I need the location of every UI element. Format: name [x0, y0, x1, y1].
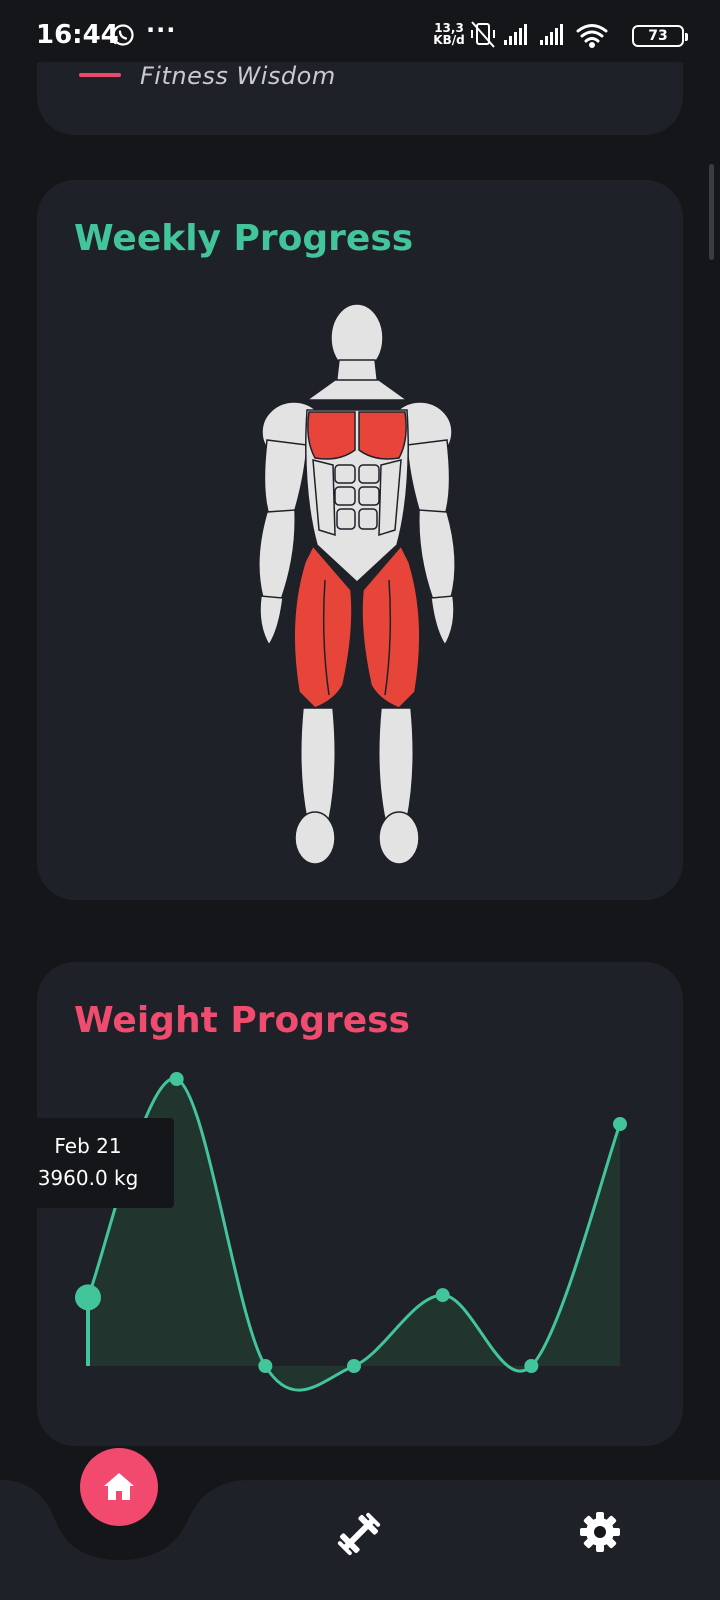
chart-point-5[interactable]	[524, 1359, 539, 1373]
chart-point-3[interactable]	[347, 1359, 361, 1373]
network-speed-unit: KB/d	[433, 33, 465, 47]
gear-icon[interactable]	[578, 1510, 622, 1554]
dumbbell-icon[interactable]	[335, 1510, 383, 1558]
tooltip-value: 3960.0 kg	[37, 1166, 139, 1190]
signal-icon-1	[504, 24, 527, 45]
chart-point-6[interactable]	[613, 1117, 627, 1132]
battery-icon: 73	[632, 25, 688, 47]
weight-chart[interactable]	[0, 62, 720, 1600]
status-icons	[471, 21, 608, 48]
more-notifications-icon: ···	[146, 16, 177, 44]
bottom-navigation	[0, 1448, 720, 1600]
chart-point-4[interactable]	[435, 1288, 450, 1303]
scrollbar[interactable]	[709, 164, 714, 260]
home-icon	[104, 1473, 134, 1500]
tooltip-date: Feb 21	[54, 1134, 122, 1158]
signal-icon-2	[540, 24, 563, 45]
chart-point-0[interactable]	[75, 1284, 101, 1311]
vibrate-off-icon	[471, 21, 495, 48]
home-screen: Fitness Wisdom Weekly Progress Weight Pr…	[0, 62, 720, 1600]
wifi-icon	[576, 24, 608, 48]
chart-point-1[interactable]	[169, 1072, 184, 1086]
network-speed: 13,3 KB/d	[432, 22, 466, 46]
chart-tooltip: Feb 21 3960.0 kg	[2, 1118, 174, 1208]
status-time: 16:44	[36, 20, 119, 50]
nav-home-button[interactable]	[80, 1448, 158, 1526]
whatsapp-icon	[112, 24, 134, 46]
chart-point-2[interactable]	[258, 1359, 273, 1373]
